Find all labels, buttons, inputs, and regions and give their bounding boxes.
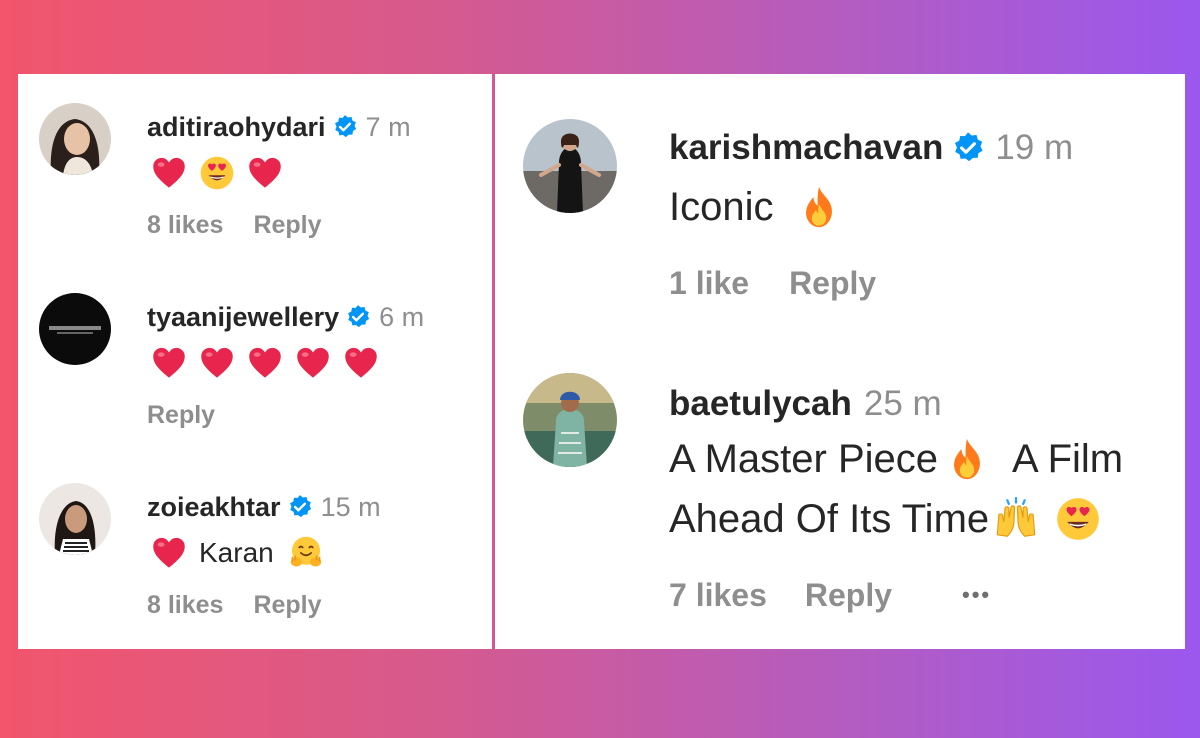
red-heart-icon	[151, 535, 187, 571]
comment-karishmachavan: karishmachavan 19 m Iconic 1 like Reply	[523, 119, 1163, 309]
more-options-icon[interactable]: •••	[962, 582, 991, 608]
verified-badge-icon	[951, 131, 985, 165]
red-heart-icon	[199, 345, 235, 381]
comment-text-line-2: Ahead Of Its Time	[669, 489, 1101, 549]
likes-count[interactable]: 8 likes	[147, 211, 223, 240]
heart-eyes-face-icon	[199, 155, 235, 191]
comment-baetulycah: baetulycah 25 m A Master Piece A Film Ah…	[523, 373, 1163, 623]
username[interactable]: baetulycah	[669, 384, 852, 424]
avatar[interactable]	[523, 119, 617, 213]
reply-button[interactable]: Reply	[789, 265, 876, 302]
red-heart-icon	[247, 345, 283, 381]
likes-count[interactable]: 8 likes	[147, 591, 223, 620]
username[interactable]: karishmachavan	[669, 128, 943, 168]
red-heart-icon	[151, 155, 187, 191]
reply-button[interactable]: Reply	[805, 577, 892, 614]
red-heart-icon	[151, 345, 187, 381]
verified-badge-icon	[332, 114, 358, 140]
raising-hands-icon	[993, 496, 1039, 542]
timestamp: 6 m	[379, 301, 425, 332]
hugging-face-icon	[288, 535, 324, 571]
comment-text: Karan	[151, 531, 336, 575]
timestamp: 7 m	[365, 111, 411, 142]
username[interactable]: tyaanijewellery	[147, 302, 339, 333]
avatar[interactable]	[39, 483, 111, 555]
avatar[interactable]	[39, 293, 111, 365]
likes-count[interactable]: 1 like	[669, 265, 749, 302]
heart-eyes-face-icon	[1055, 496, 1101, 542]
likes-count[interactable]: 7 likes	[669, 577, 767, 614]
comment-text-part: A Master Piece	[669, 436, 939, 481]
comment-text: Iconic	[669, 177, 842, 237]
comment-text-part: Ahead Of Its Time	[669, 496, 990, 541]
timestamp: 25 m	[863, 384, 942, 423]
fire-icon	[796, 184, 842, 230]
red-heart-icon	[247, 155, 283, 191]
comment-text-content: Iconic	[669, 184, 774, 229]
avatar[interactable]	[523, 373, 617, 467]
red-heart-icon	[295, 345, 331, 381]
reply-button[interactable]: Reply	[253, 591, 321, 620]
username[interactable]: aditiraohydari	[147, 112, 326, 143]
comment-text-content: Karan	[199, 537, 274, 568]
comment-text-part: A Film	[1012, 436, 1124, 481]
comment-text	[151, 151, 295, 195]
username[interactable]: zoieakhtar	[147, 492, 281, 523]
comment-zoieakhtar: zoieakhtar 15 m Karan 8 likes Reply	[39, 483, 479, 623]
fire-icon	[944, 436, 990, 482]
reply-button[interactable]: Reply	[253, 211, 321, 240]
verified-badge-icon	[345, 304, 371, 330]
reply-button[interactable]: Reply	[147, 401, 215, 430]
timestamp: 19 m	[995, 128, 1074, 167]
timestamp: 15 m	[320, 491, 381, 522]
red-heart-icon	[343, 345, 379, 381]
comment-tyaanijewellery: tyaanijewellery 6 m Reply	[39, 293, 479, 433]
verified-badge-icon	[287, 494, 313, 520]
comment-text-line-1: A Master Piece A Film	[669, 429, 1123, 489]
right-comments-panel: karishmachavan 19 m Iconic 1 like Reply	[495, 74, 1185, 649]
comment-text	[151, 341, 391, 385]
left-comments-panel: aditiraohydari 7 m 8 likes Reply tyaanij…	[18, 74, 492, 649]
avatar[interactable]	[39, 103, 111, 175]
comment-aditiraohydari: aditiraohydari 7 m 8 likes Reply	[39, 103, 479, 243]
